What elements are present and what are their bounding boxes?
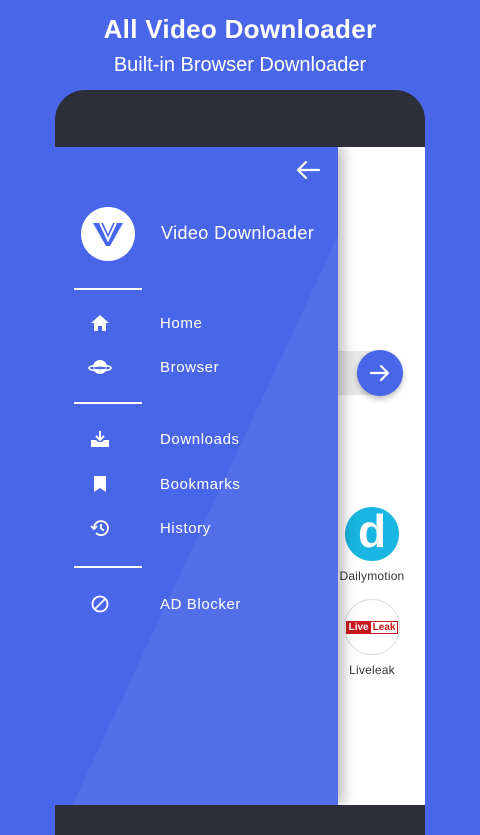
divider: [74, 566, 142, 568]
menu-item-browser[interactable]: Browser: [85, 350, 315, 384]
divider: [74, 402, 142, 404]
menu-label-bookmarks: Bookmarks: [160, 475, 241, 493]
menu-item-ad-blocker[interactable]: AD Blocker: [85, 587, 315, 621]
home-icon: [85, 311, 115, 335]
bookmark-icon: [85, 472, 115, 496]
block-icon: [85, 592, 115, 616]
dailymotion-logo: d: [345, 507, 399, 561]
promo-title: All Video Downloader: [103, 14, 377, 44]
menu-label-history: History: [160, 519, 211, 537]
divider: [74, 288, 142, 290]
liveleak-logo: Live Leak: [344, 599, 400, 655]
back-arrow-icon[interactable]: [295, 159, 321, 181]
navigation-drawer: Video Downloader Home Browser Downloads …: [55, 147, 338, 805]
menu-item-home[interactable]: Home: [85, 306, 315, 340]
menu-item-history[interactable]: History: [85, 511, 315, 545]
app-logo: [81, 207, 135, 261]
menu-label-downloads: Downloads: [160, 430, 240, 448]
app-name: Video Downloader: [161, 223, 315, 243]
menu-label-home: Home: [160, 314, 203, 332]
app-logo-icon: [93, 222, 123, 246]
arrow-right-icon: [369, 364, 390, 382]
promo-subtitle: Built-in Browser Downloader: [113, 54, 367, 76]
menu-label-ad-blocker: AD Blocker: [160, 595, 242, 613]
device-screen: d Dailymotion Live Leak Liveleak Video D…: [55, 147, 425, 805]
menu-item-downloads[interactable]: Downloads: [85, 422, 315, 456]
planet-icon: [85, 355, 115, 379]
download-icon: [85, 427, 115, 451]
device-frame-bottom: [55, 805, 425, 835]
go-button[interactable]: [357, 350, 403, 396]
menu-item-bookmarks[interactable]: Bookmarks: [85, 467, 315, 501]
history-icon: [85, 516, 115, 540]
menu-label-browser: Browser: [160, 358, 220, 376]
